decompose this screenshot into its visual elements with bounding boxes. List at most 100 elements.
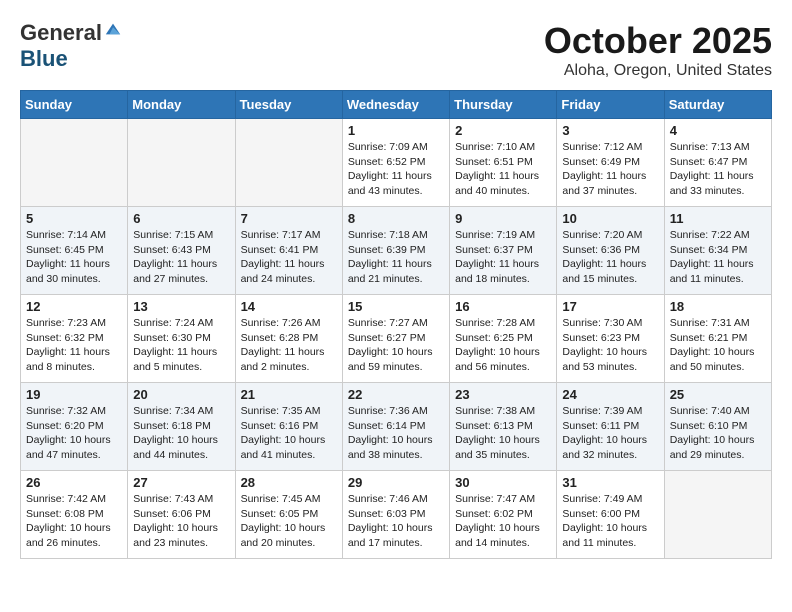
day-number: 7 bbox=[241, 211, 337, 226]
calendar-header-row: SundayMondayTuesdayWednesdayThursdayFrid… bbox=[21, 91, 772, 119]
day-info: Sunrise: 7:31 AM Sunset: 6:21 PM Dayligh… bbox=[670, 316, 766, 375]
header-saturday: Saturday bbox=[664, 91, 771, 119]
day-info: Sunrise: 7:34 AM Sunset: 6:18 PM Dayligh… bbox=[133, 404, 229, 463]
calendar-cell: 5 Sunrise: 7:14 AM Sunset: 6:45 PM Daylig… bbox=[21, 207, 128, 295]
title-section: October 2025 Aloha, Oregon, United State… bbox=[544, 20, 772, 80]
day-number: 21 bbox=[241, 387, 337, 402]
calendar-cell: 11Sunrise: 7:22 AM Sunset: 6:34 PM Dayli… bbox=[664, 207, 771, 295]
calendar-cell: 15Sunrise: 7:27 AM Sunset: 6:27 PM Dayli… bbox=[342, 295, 449, 383]
day-info: Sunrise: 7:09 AM Sunset: 6:52 PM Dayligh… bbox=[348, 140, 444, 199]
day-number: 6 bbox=[133, 211, 229, 226]
day-number: 20 bbox=[133, 387, 229, 402]
day-info: Sunrise: 7:45 AM Sunset: 6:05 PM Dayligh… bbox=[241, 492, 337, 551]
calendar-cell: 14 Sunrise: 7:26 AM Sunset: 6:28 PM Dayli… bbox=[235, 295, 342, 383]
day-number: 8 bbox=[348, 211, 444, 226]
day-number: 5 bbox=[26, 211, 122, 226]
calendar-cell: 22 Sunrise: 7:36 AM Sunset: 6:14 PM Dayli… bbox=[342, 383, 449, 471]
calendar-week-1: 1 Sunrise: 7:09 AM Sunset: 6:52 PM Daylig… bbox=[21, 119, 772, 207]
day-info: Sunrise: 7:19 AM Sunset: 6:37 PM Dayligh… bbox=[455, 228, 551, 287]
day-info: Sunrise: 7:17 AM Sunset: 6:41 PM Dayligh… bbox=[241, 228, 337, 287]
day-number: 13 bbox=[133, 299, 229, 314]
calendar-cell: 30 Sunrise: 7:47 AM Sunset: 6:02 PM Dayli… bbox=[450, 471, 557, 559]
calendar-cell: 19Sunrise: 7:32 AM Sunset: 6:20 PM Dayli… bbox=[21, 383, 128, 471]
logo-general: General bbox=[20, 20, 102, 46]
calendar-cell: 28 Sunrise: 7:45 AM Sunset: 6:05 PM Dayli… bbox=[235, 471, 342, 559]
calendar-cell: 9 Sunrise: 7:19 AM Sunset: 6:37 PM Daylig… bbox=[450, 207, 557, 295]
calendar-week-2: 5 Sunrise: 7:14 AM Sunset: 6:45 PM Daylig… bbox=[21, 207, 772, 295]
calendar-cell: 7 Sunrise: 7:17 AM Sunset: 6:41 PM Daylig… bbox=[235, 207, 342, 295]
calendar-cell: 27 Sunrise: 7:43 AM Sunset: 6:06 PM Dayli… bbox=[128, 471, 235, 559]
calendar-cell: 20 Sunrise: 7:34 AM Sunset: 6:18 PM Dayli… bbox=[128, 383, 235, 471]
day-number: 29 bbox=[348, 475, 444, 490]
header-wednesday: Wednesday bbox=[342, 91, 449, 119]
calendar-cell: 6 Sunrise: 7:15 AM Sunset: 6:43 PM Daylig… bbox=[128, 207, 235, 295]
calendar-cell: 4Sunrise: 7:13 AM Sunset: 6:47 PM Daylig… bbox=[664, 119, 771, 207]
calendar-cell: 17 Sunrise: 7:30 AM Sunset: 6:23 PM Dayli… bbox=[557, 295, 664, 383]
day-info: Sunrise: 7:26 AM Sunset: 6:28 PM Dayligh… bbox=[241, 316, 337, 375]
day-info: Sunrise: 7:36 AM Sunset: 6:14 PM Dayligh… bbox=[348, 404, 444, 463]
day-info: Sunrise: 7:10 AM Sunset: 6:51 PM Dayligh… bbox=[455, 140, 551, 199]
page-header: General Blue October 2025 Aloha, Oregon,… bbox=[20, 20, 772, 80]
day-info: Sunrise: 7:14 AM Sunset: 6:45 PM Dayligh… bbox=[26, 228, 122, 287]
day-info: Sunrise: 7:13 AM Sunset: 6:47 PM Dayligh… bbox=[670, 140, 766, 199]
day-number: 10 bbox=[562, 211, 658, 226]
day-info: Sunrise: 7:43 AM Sunset: 6:06 PM Dayligh… bbox=[133, 492, 229, 551]
calendar-cell bbox=[21, 119, 128, 207]
logo: General Blue bbox=[20, 20, 122, 72]
calendar-week-4: 19Sunrise: 7:32 AM Sunset: 6:20 PM Dayli… bbox=[21, 383, 772, 471]
calendar: SundayMondayTuesdayWednesdayThursdayFrid… bbox=[20, 90, 772, 559]
header-monday: Monday bbox=[128, 91, 235, 119]
day-info: Sunrise: 7:49 AM Sunset: 6:00 PM Dayligh… bbox=[562, 492, 658, 551]
day-number: 24 bbox=[562, 387, 658, 402]
calendar-cell: 3Sunrise: 7:12 AM Sunset: 6:49 PM Daylig… bbox=[557, 119, 664, 207]
header-thursday: Thursday bbox=[450, 91, 557, 119]
day-info: Sunrise: 7:22 AM Sunset: 6:34 PM Dayligh… bbox=[670, 228, 766, 287]
calendar-cell: 26Sunrise: 7:42 AM Sunset: 6:08 PM Dayli… bbox=[21, 471, 128, 559]
calendar-week-3: 12 Sunrise: 7:23 AM Sunset: 6:32 PM Dayli… bbox=[21, 295, 772, 383]
header-friday: Friday bbox=[557, 91, 664, 119]
day-number: 3 bbox=[562, 123, 658, 138]
calendar-cell bbox=[664, 471, 771, 559]
day-number: 1 bbox=[348, 123, 444, 138]
day-number: 27 bbox=[133, 475, 229, 490]
location: Aloha, Oregon, United States bbox=[544, 62, 772, 80]
day-number: 2 bbox=[455, 123, 551, 138]
day-number: 9 bbox=[455, 211, 551, 226]
day-number: 15 bbox=[348, 299, 444, 314]
calendar-cell: 25 Sunrise: 7:40 AM Sunset: 6:10 PM Dayli… bbox=[664, 383, 771, 471]
day-info: Sunrise: 7:28 AM Sunset: 6:25 PM Dayligh… bbox=[455, 316, 551, 375]
logo-blue: Blue bbox=[20, 46, 68, 72]
day-number: 22 bbox=[348, 387, 444, 402]
day-info: Sunrise: 7:40 AM Sunset: 6:10 PM Dayligh… bbox=[670, 404, 766, 463]
day-info: Sunrise: 7:39 AM Sunset: 6:11 PM Dayligh… bbox=[562, 404, 658, 463]
calendar-cell bbox=[235, 119, 342, 207]
calendar-cell: 1 Sunrise: 7:09 AM Sunset: 6:52 PM Daylig… bbox=[342, 119, 449, 207]
day-number: 30 bbox=[455, 475, 551, 490]
calendar-cell: 13Sunrise: 7:24 AM Sunset: 6:30 PM Dayli… bbox=[128, 295, 235, 383]
calendar-cell: 23Sunrise: 7:38 AM Sunset: 6:13 PM Dayli… bbox=[450, 383, 557, 471]
day-info: Sunrise: 7:30 AM Sunset: 6:23 PM Dayligh… bbox=[562, 316, 658, 375]
day-info: Sunrise: 7:18 AM Sunset: 6:39 PM Dayligh… bbox=[348, 228, 444, 287]
day-number: 18 bbox=[670, 299, 766, 314]
day-number: 25 bbox=[670, 387, 766, 402]
day-info: Sunrise: 7:42 AM Sunset: 6:08 PM Dayligh… bbox=[26, 492, 122, 551]
day-info: Sunrise: 7:38 AM Sunset: 6:13 PM Dayligh… bbox=[455, 404, 551, 463]
month-title: October 2025 bbox=[544, 20, 772, 62]
day-number: 16 bbox=[455, 299, 551, 314]
day-number: 14 bbox=[241, 299, 337, 314]
header-sunday: Sunday bbox=[21, 91, 128, 119]
day-number: 17 bbox=[562, 299, 658, 314]
day-number: 31 bbox=[562, 475, 658, 490]
day-number: 19 bbox=[26, 387, 122, 402]
header-tuesday: Tuesday bbox=[235, 91, 342, 119]
day-info: Sunrise: 7:46 AM Sunset: 6:03 PM Dayligh… bbox=[348, 492, 444, 551]
day-number: 12 bbox=[26, 299, 122, 314]
calendar-cell: 31 Sunrise: 7:49 AM Sunset: 6:00 PM Dayli… bbox=[557, 471, 664, 559]
day-info: Sunrise: 7:20 AM Sunset: 6:36 PM Dayligh… bbox=[562, 228, 658, 287]
calendar-cell: 29 Sunrise: 7:46 AM Sunset: 6:03 PM Dayli… bbox=[342, 471, 449, 559]
day-number: 28 bbox=[241, 475, 337, 490]
calendar-cell: 2 Sunrise: 7:10 AM Sunset: 6:51 PM Daylig… bbox=[450, 119, 557, 207]
day-info: Sunrise: 7:23 AM Sunset: 6:32 PM Dayligh… bbox=[26, 316, 122, 375]
day-info: Sunrise: 7:15 AM Sunset: 6:43 PM Dayligh… bbox=[133, 228, 229, 287]
day-info: Sunrise: 7:47 AM Sunset: 6:02 PM Dayligh… bbox=[455, 492, 551, 551]
